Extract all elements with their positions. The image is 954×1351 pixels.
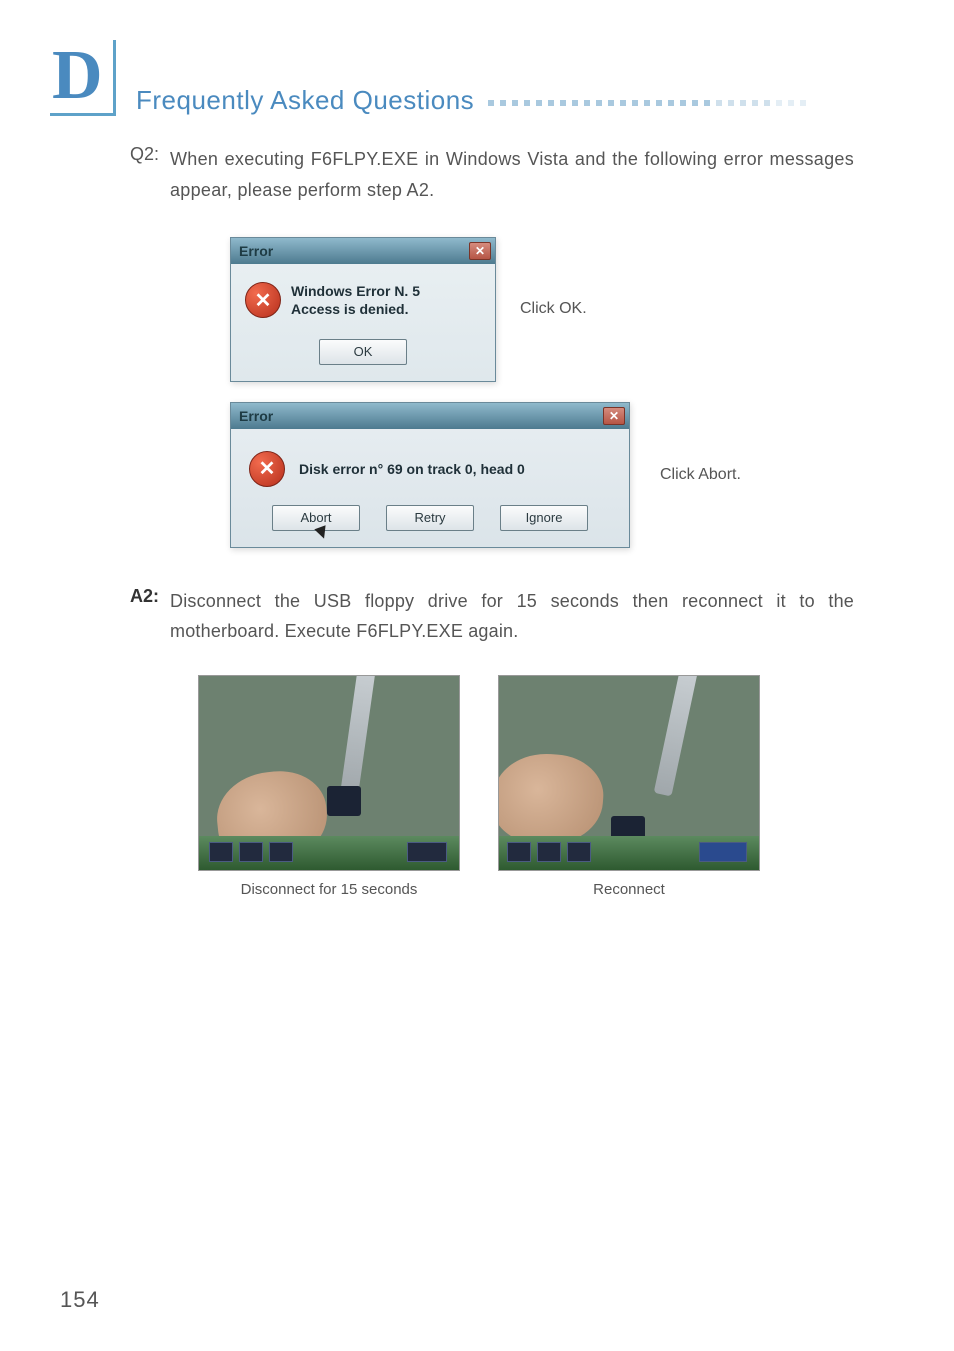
photo-reconnect bbox=[498, 675, 760, 871]
content-body: Q2: When executing F6FLPY.EXE in Windows… bbox=[50, 144, 894, 898]
photo-disconnect-caption: Disconnect for 15 seconds bbox=[198, 881, 460, 898]
decorative-dots bbox=[488, 100, 806, 106]
close-icon[interactable]: ✕ bbox=[469, 242, 491, 260]
a2-text: Disconnect the USB floppy drive for 15 s… bbox=[170, 586, 854, 647]
dialog2-footer: Abort Retry Ignore bbox=[231, 497, 629, 547]
section-title: Frequently Asked Questions bbox=[136, 85, 474, 116]
error-dialog-2: Error ✕ ✕ Disk error n° 69 on track 0, h… bbox=[230, 402, 630, 548]
dialog1-message-line2: Access is denied. bbox=[291, 300, 420, 318]
dialog2-title: Error bbox=[239, 408, 273, 424]
photo-disconnect-block: Disconnect for 15 seconds bbox=[198, 675, 460, 898]
page: D Frequently Asked Questions Q2: When ex… bbox=[0, 0, 954, 1351]
dialog1-title: Error bbox=[239, 243, 273, 259]
dialog1-footer: OK bbox=[231, 329, 495, 381]
dialog2-caption: Click Abort. bbox=[660, 466, 741, 484]
dialog2-message: Disk error n° 69 on track 0, head 0 bbox=[299, 461, 525, 477]
error-icon: ✕ bbox=[245, 282, 281, 318]
close-icon[interactable]: ✕ bbox=[603, 407, 625, 425]
q2-label: Q2: bbox=[130, 144, 170, 205]
dialog1-titlebar: Error ✕ bbox=[231, 238, 495, 264]
appendix-letter-box: D bbox=[50, 40, 116, 116]
q2-text: When executing F6FLPY.EXE in Windows Vis… bbox=[170, 144, 854, 205]
ok-button[interactable]: OK bbox=[319, 339, 407, 365]
error-dialog-2-wrapper: Error ✕ ✕ Disk error n° 69 on track 0, h… bbox=[230, 402, 854, 548]
photo-reconnect-caption: Reconnect bbox=[498, 881, 760, 898]
page-number: 154 bbox=[60, 1287, 100, 1313]
error-dialog-1-wrapper: Error ✕ ✕ Windows Error N. 5 Access is d… bbox=[230, 237, 854, 381]
error-icon: ✕ bbox=[249, 451, 285, 487]
photo-row: Disconnect for 15 seconds Reconnect bbox=[198, 675, 854, 898]
dialog1-caption: Click OK. bbox=[520, 300, 587, 318]
ignore-button[interactable]: Ignore bbox=[500, 505, 588, 531]
abort-button[interactable]: Abort bbox=[272, 505, 360, 531]
dialog2-body: ✕ Disk error n° 69 on track 0, head 0 bbox=[231, 429, 629, 497]
error-dialog-1: Error ✕ ✕ Windows Error N. 5 Access is d… bbox=[230, 237, 496, 381]
dialog2-titlebar: Error ✕ bbox=[231, 403, 629, 429]
retry-button[interactable]: Retry bbox=[386, 505, 474, 531]
photo-reconnect-block: Reconnect bbox=[498, 675, 760, 898]
photo-disconnect bbox=[198, 675, 460, 871]
dialog1-message: Windows Error N. 5 Access is denied. bbox=[291, 282, 420, 318]
a2-label: A2: bbox=[130, 586, 170, 647]
dialog1-body: ✕ Windows Error N. 5 Access is denied. bbox=[231, 264, 495, 328]
appendix-letter: D bbox=[52, 40, 103, 112]
dialog1-message-line1: Windows Error N. 5 bbox=[291, 282, 420, 300]
answer-2: A2: Disconnect the USB floppy drive for … bbox=[130, 586, 854, 647]
appendix-header: D Frequently Asked Questions bbox=[50, 40, 894, 116]
question-2: Q2: When executing F6FLPY.EXE in Windows… bbox=[130, 144, 854, 205]
